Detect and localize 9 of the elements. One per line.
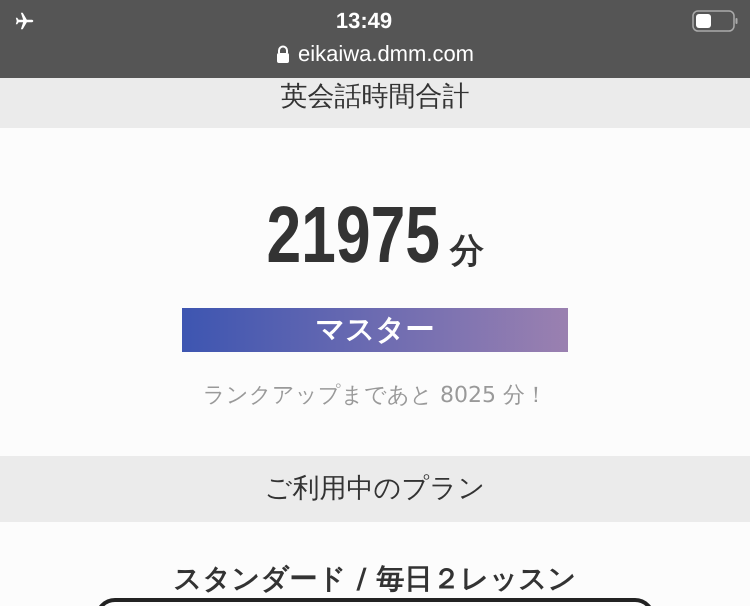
url-text[interactable]: eikaiwa.dmm.com bbox=[298, 41, 474, 67]
unit-label: 分 bbox=[450, 230, 484, 273]
plan-name: スタンダード / 毎日２レッスン bbox=[174, 562, 576, 596]
rank-bar: マスター bbox=[182, 308, 568, 352]
minutes-total: 21975 bbox=[266, 194, 440, 276]
rank-up-note: ランクアップまであと 8025 分！ bbox=[203, 382, 547, 410]
section-title: 英会話時間合計 bbox=[280, 80, 470, 114]
clock-time: 13:49 bbox=[336, 8, 392, 34]
section-title: ご利用中のプラン bbox=[264, 472, 486, 506]
